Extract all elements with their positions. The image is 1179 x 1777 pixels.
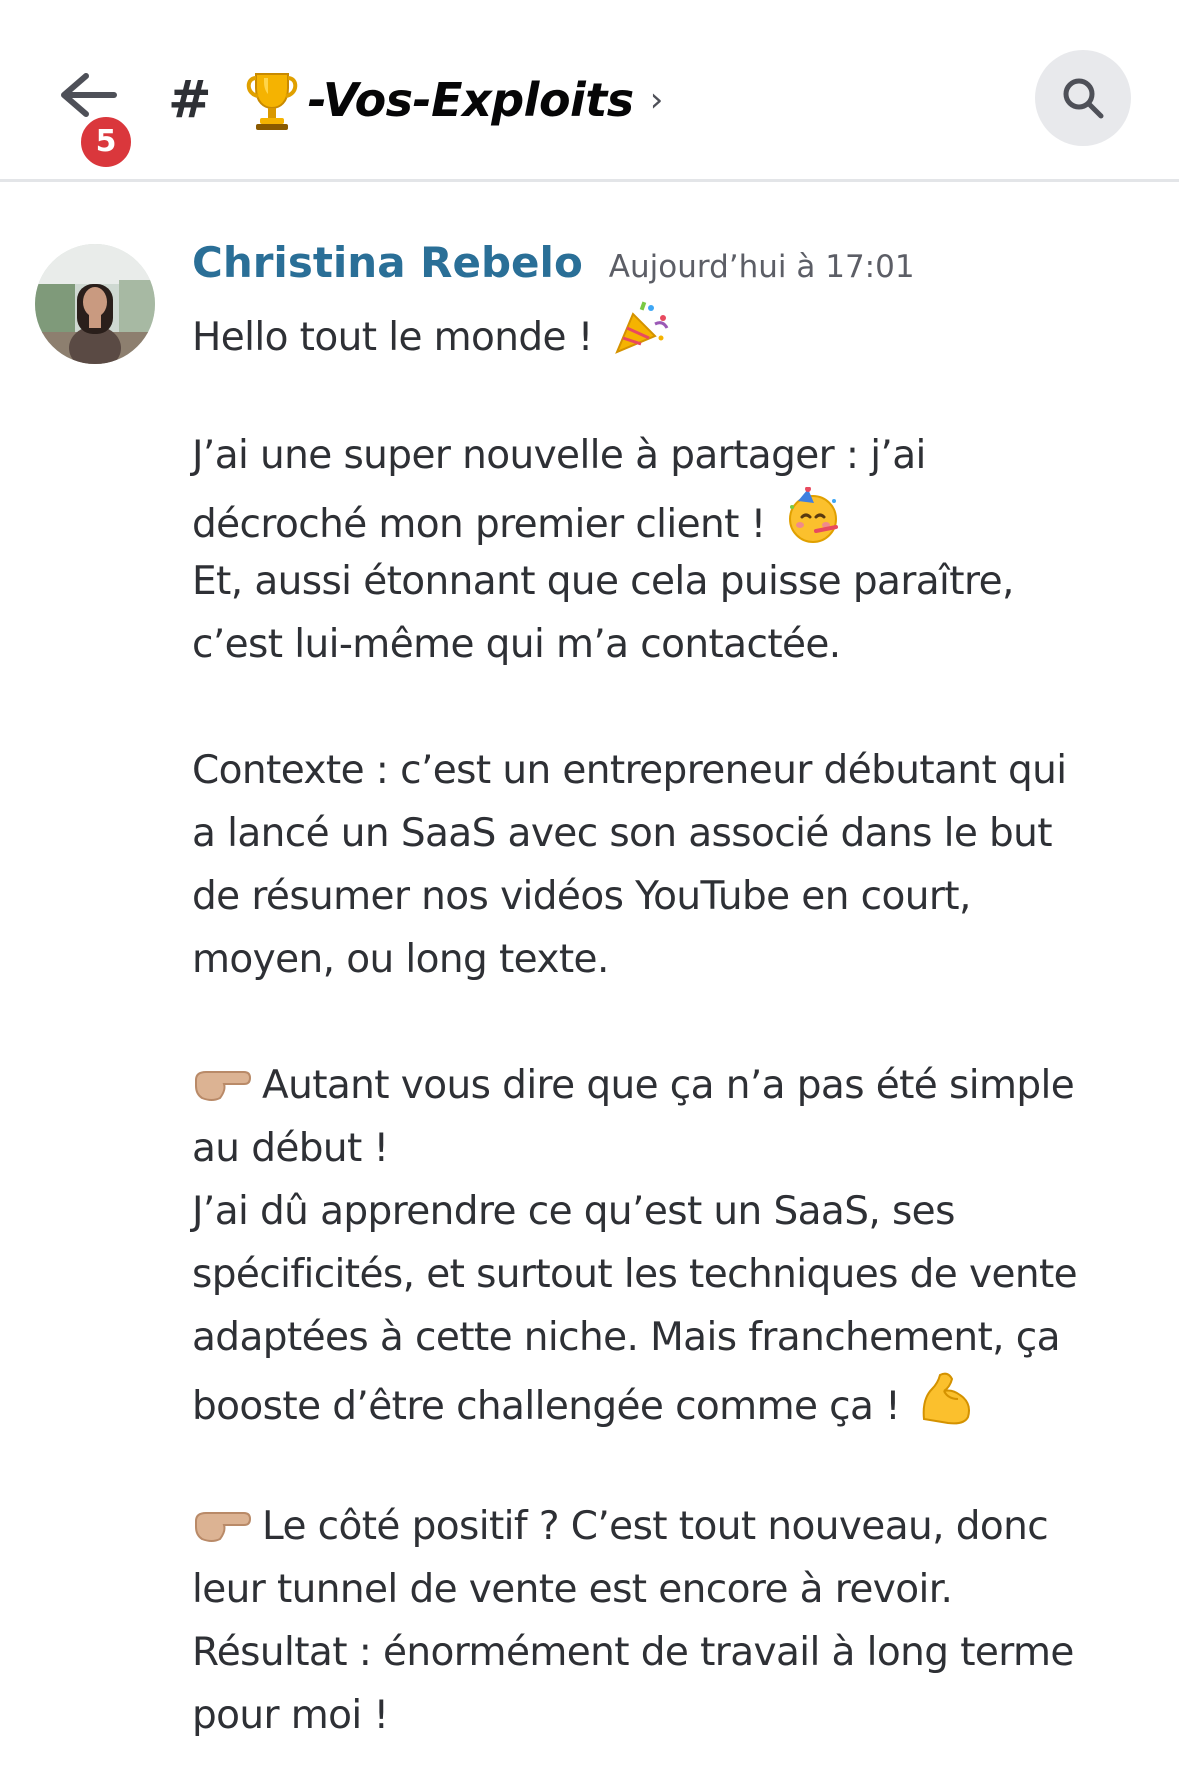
text-line: Autant vous dire que ça n’a pas été simp… [262,1063,1075,1108]
text-line: booste d’être challengée comme ça ! [192,1384,901,1429]
channel-title[interactable]: # -Vos-Exploits › [168,62,663,138]
back-button[interactable]: 5 [48,58,138,170]
text-line: de résumer nos vidéos YouTube en court, [192,874,971,919]
chevron-right-icon: › [649,80,664,120]
search-button[interactable] [1035,50,1131,146]
text-line: Contexte : c’est un entrepreneur débutan… [192,748,1067,793]
text-line: Résultat : énormément de travail à long … [192,1630,1074,1675]
text-line: adaptées à cette niche. Mais franchement… [192,1315,1060,1360]
timestamp: Aujourd’hui à 17:01 [608,249,915,285]
text-line: a lancé un SaaS avec son associé dans le… [192,811,1053,856]
author-name[interactable]: Christina Rebelo [192,238,583,287]
message-header: Christina Rebelo Aujourd’hui à 17:01 [192,238,915,287]
flexed-biceps-icon [922,1372,970,1425]
avatar-photo [35,244,155,364]
text-line: c’est lui-même qui m’a contactée. [192,622,841,667]
text-line: pour moi ! [192,1693,389,1738]
text-line: au début ! [192,1126,389,1171]
text-line: Et, aussi étonnant que cela puisse paraî… [192,559,1014,604]
text-line: Hello tout le monde ! [192,315,593,360]
text-line: moyen, ou long texte. [192,937,609,982]
unread-badge: 5 [78,114,134,170]
channel-name: -Vos-Exploits [307,73,635,127]
pointing-right-hand-icon [195,1512,252,1542]
text-line: J’ai une super nouvelle à partager : j’a… [192,433,926,478]
partying-face-icon [788,487,838,543]
trophy-icon [246,73,297,130]
text-line: Le côté positif ? C’est tout nouveau, do… [262,1504,1049,1549]
message-content: Hello tout le monde ! J’ai une super nou… [192,298,1152,1747]
avatar[interactable] [35,244,155,364]
text-line: spécificités, et surtout les techniques … [192,1252,1078,1297]
text-channel-icon: # [168,70,212,130]
channel-header: 5 # -Vos-Exploits › [0,0,1179,182]
pointing-right-hand-icon [195,1071,252,1101]
arrow-left-icon [61,73,117,117]
text-line: décroché mon premier client ! [192,502,766,547]
search-icon [1063,78,1104,119]
text-line: J’ai dû apprendre ce qu’est un SaaS, ses [192,1189,955,1234]
text-line: leur tunnel de vente est encore à revoir… [192,1567,953,1612]
party-popper-icon [614,301,668,354]
